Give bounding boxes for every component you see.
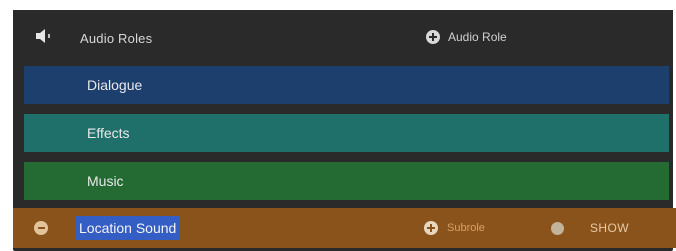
subrole-name-field[interactable]: Location Sound — [75, 216, 181, 240]
add-audio-role-button[interactable]: Audio Role — [426, 28, 507, 46]
show-dot-icon — [551, 221, 564, 235]
role-row-effects[interactable]: Effects — [24, 114, 669, 152]
minus-circle-icon[interactable] — [34, 221, 48, 235]
role-label-effects: Effects — [87, 125, 130, 141]
speaker-icon — [36, 29, 50, 43]
add-subrole-button[interactable]: Subrole — [424, 220, 485, 236]
show-toggle[interactable]: SHOW — [551, 220, 629, 236]
role-label-dialogue: Dialogue — [87, 77, 143, 93]
show-label: SHOW — [590, 221, 629, 235]
role-label-music: Music — [87, 173, 124, 189]
role-row-dialogue[interactable]: Dialogue — [24, 66, 669, 104]
panel-header: Audio Roles Audio Role — [13, 10, 673, 60]
plus-circle-icon — [426, 30, 440, 44]
panel-title: Audio Roles — [80, 31, 153, 46]
plus-circle-icon — [424, 221, 438, 235]
subrole-row-location-sound[interactable]: Location Sound Subrole SHOW — [13, 208, 676, 248]
role-row-music[interactable]: Music — [24, 162, 669, 200]
add-subrole-label: Subrole — [447, 222, 485, 234]
add-audio-role-label: Audio Role — [448, 30, 507, 44]
